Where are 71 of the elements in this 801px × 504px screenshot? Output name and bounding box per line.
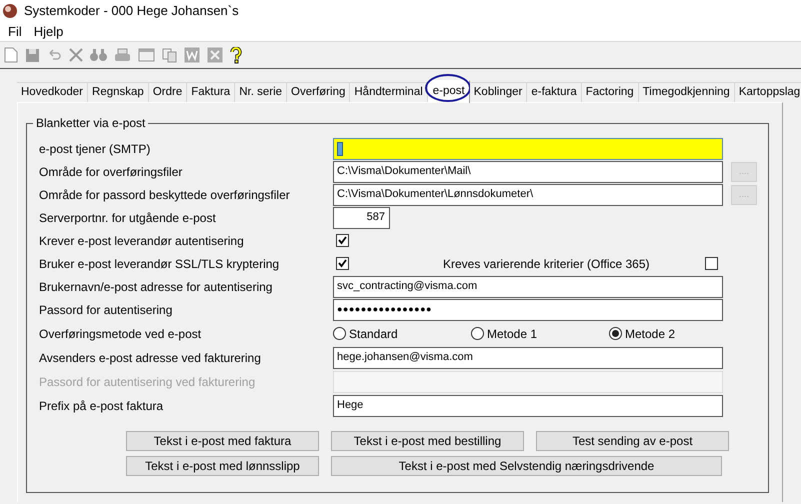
undo-icon[interactable] <box>47 49 62 61</box>
radio-label: Metode 1 <box>487 326 538 342</box>
window-title: Systemkoder - 000 Hege Johansen`s <box>24 2 239 20</box>
tab[interactable]: Overføring <box>287 82 350 102</box>
field-value: svc_contracting@visma.com <box>337 279 478 294</box>
input-field[interactable]: C:\Visma\Dokumenter\Lønnsdokumeter\ <box>333 184 723 206</box>
binoculars-icon[interactable] <box>90 48 107 62</box>
field-label: Bruker e-post leverandør SSL/TLS kryptering <box>39 256 280 272</box>
menu-item[interactable]: Fil <box>8 22 22 42</box>
tab[interactable]: Ordre <box>148 82 188 102</box>
radio-label: Standard <box>349 326 398 342</box>
annotation-circle-drawing <box>424 73 472 103</box>
input-field[interactable] <box>333 138 723 160</box>
action-button[interactable]: Tekst i e-post med faktura <box>126 431 319 451</box>
field-value: Hege <box>337 398 364 414</box>
field-label: Krever e-post leverandør autentisering <box>39 232 245 250</box>
radio-button[interactable] <box>471 327 484 340</box>
tab[interactable]: Koblinger <box>470 82 528 102</box>
group-title: Blanketter via e-post <box>33 116 148 130</box>
field-label: Avsenders e-post adresse ved fakturering <box>39 350 262 366</box>
tab[interactable]: Faktura <box>187 82 236 102</box>
app-icon <box>2 3 18 19</box>
option-label: Kreves varierende kriterier (Office 365) <box>443 256 651 272</box>
field-label: Passord for autentisering ved fakturering <box>39 374 256 390</box>
field-label: Område for passord beskyttede overføringsfiler <box>39 186 291 204</box>
field-value: 587 <box>366 210 385 226</box>
field-label: Overføringsmetode ved e-post <box>39 326 202 342</box>
printer-icon[interactable] <box>114 48 131 62</box>
field-label: e-post tjener (SMTP) <box>39 140 152 158</box>
field-value: C:\Visma\Dokumenter\Lønnsdokumeter\ <box>337 187 534 202</box>
field-value: hege.johansen@visma.com <box>337 350 473 366</box>
save-icon[interactable] <box>25 48 40 62</box>
tab[interactable]: Håndterminal <box>350 82 428 102</box>
field-label: Passord for autentisering <box>39 302 174 318</box>
tab[interactable]: Hovedkoder <box>17 82 88 102</box>
field-value: C:\Visma\Dokumenter\Mail\ <box>337 164 471 180</box>
field-label: Serverportnr. for utgående e-post <box>39 210 217 226</box>
text-cursor-icon <box>337 142 343 156</box>
action-button[interactable]: Tekst i e-post med bestilling <box>331 431 524 451</box>
checkbox[interactable] <box>705 257 718 270</box>
radio-button[interactable] <box>333 327 346 340</box>
tab[interactable]: Regnskap <box>88 82 149 102</box>
tab[interactable]: Timegodkjenning <box>638 82 735 102</box>
menu-item[interactable]: Hjelp <box>34 22 64 42</box>
help-icon[interactable] <box>230 46 242 64</box>
field-value: ●●●●●●●●●●●●●●●● <box>337 302 432 316</box>
delete-icon[interactable] <box>69 48 83 62</box>
word-document-icon[interactable] <box>184 47 200 63</box>
field-label: Brukernavn/e-post adresse for autentisering <box>39 278 274 296</box>
input-field[interactable]: svc_contracting@visma.com <box>333 276 723 298</box>
field-label: Område for overføringsfiler <box>39 164 184 180</box>
checkbox[interactable] <box>336 234 349 247</box>
field-label: Prefix på e-post faktura <box>39 398 164 414</box>
input-field[interactable]: C:\Visma\Dokumenter\Mail\ <box>333 160 723 182</box>
input-field[interactable]: hege.johansen@visma.com <box>333 346 723 368</box>
input-field[interactable]: Hege <box>333 394 723 416</box>
checkbox[interactable] <box>336 257 349 270</box>
tab[interactable]: e-faktura <box>527 82 582 102</box>
number-field[interactable]: 587 <box>333 206 390 228</box>
window-icon[interactable] <box>138 48 155 62</box>
spreadsheet-icon[interactable] <box>207 47 223 63</box>
new-document-icon[interactable] <box>4 47 18 63</box>
tab[interactable]: Factoring <box>582 82 639 102</box>
input-field[interactable]: ●●●●●●●●●●●●●●●● <box>333 298 723 320</box>
radio-button[interactable] <box>609 327 622 340</box>
radio-label: Metode 2 <box>625 326 676 342</box>
action-button[interactable]: Tekst i e-post med Selvstendig næringsdrivende <box>331 456 722 476</box>
copy-icon[interactable] <box>162 48 177 62</box>
tab[interactable]: Nr. serie <box>235 82 288 102</box>
action-button[interactable]: Tekst i e-post med lønnsslipp <box>126 456 319 476</box>
action-button[interactable]: Test sending av e-post <box>536 431 729 451</box>
